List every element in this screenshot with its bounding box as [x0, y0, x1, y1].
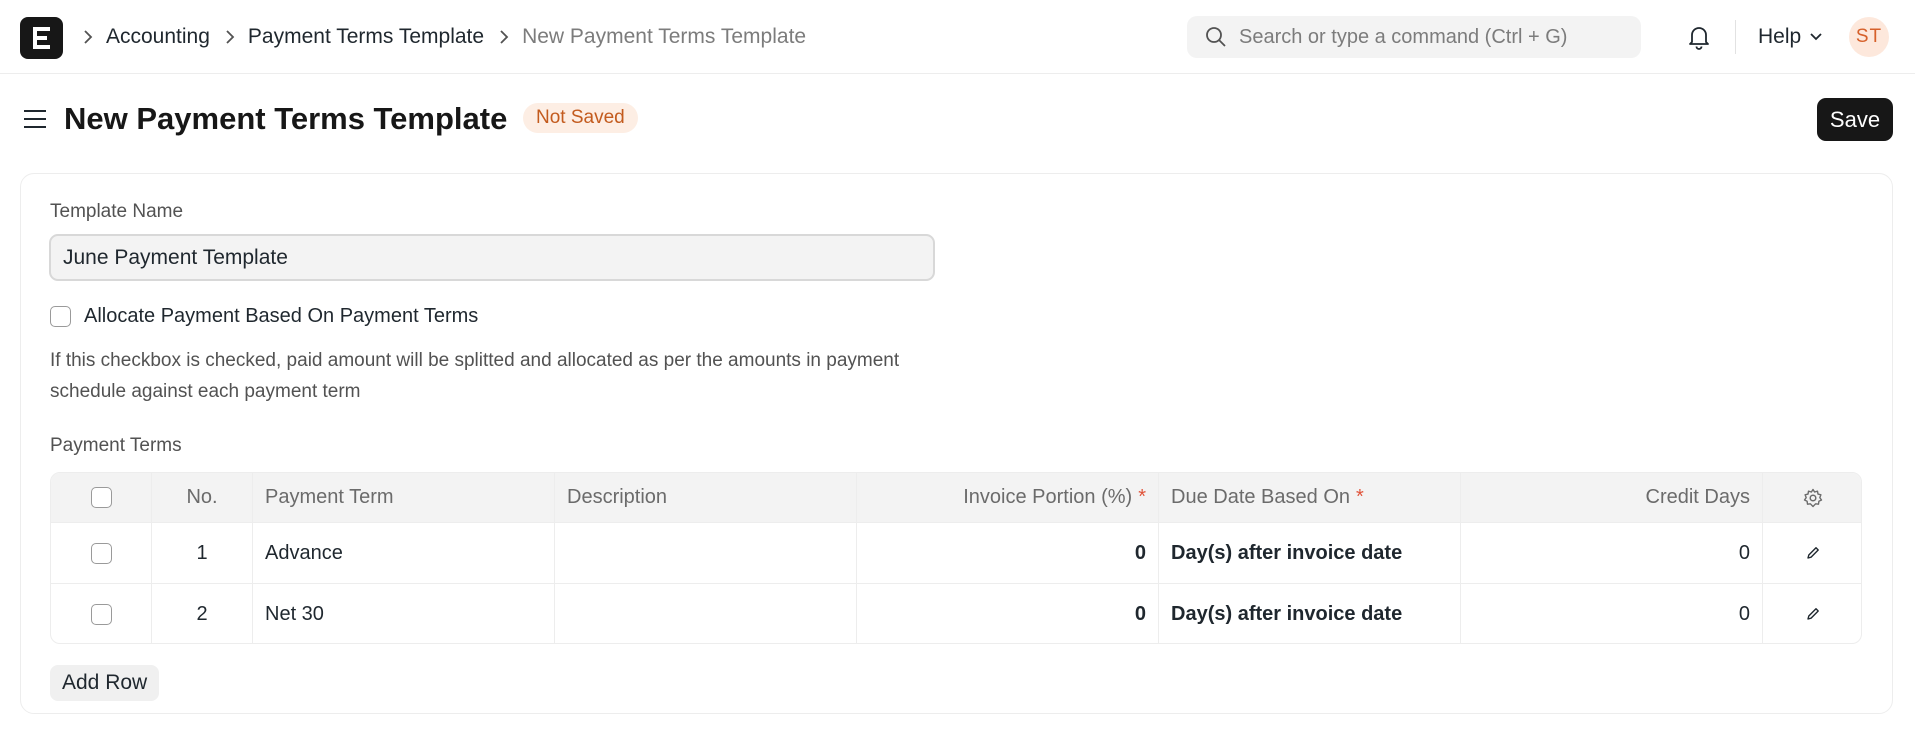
chevron-right-icon [224, 29, 236, 45]
navbar: Accounting Payment Terms Template New Pa… [0, 0, 1915, 74]
search-bar[interactable] [1187, 16, 1641, 58]
column-header-description: Description [555, 473, 857, 522]
row-select-cell [51, 523, 152, 583]
column-settings-cell [1763, 473, 1861, 522]
required-mark: * [1356, 486, 1364, 508]
row-due-date-based-on[interactable]: Day(s) after invoice date [1159, 584, 1461, 643]
allocate-payment-checkbox[interactable] [50, 306, 71, 327]
breadcrumb-payment-terms-template[interactable]: Payment Terms Template [248, 25, 484, 49]
help-dropdown[interactable]: Help [1758, 0, 1823, 74]
chevron-right-icon [82, 29, 94, 45]
column-header-credit-days: Credit Days [1461, 473, 1763, 522]
row-no: 2 [152, 584, 253, 643]
search-icon [1206, 27, 1226, 47]
row-edit-cell [1763, 584, 1861, 643]
table-row[interactable]: 2 Net 30 0 Day(s) after invoice date 0 [51, 583, 1861, 643]
row-description[interactable] [555, 523, 857, 583]
breadcrumb: Accounting Payment Terms Template New Pa… [82, 0, 820, 74]
edit-pencil-icon[interactable] [1805, 545, 1821, 561]
due-date-header-label: Due Date Based On [1171, 486, 1350, 508]
chevron-right-icon [498, 29, 510, 45]
breadcrumb-current: New Payment Terms Template [522, 25, 807, 48]
gear-icon[interactable] [1803, 488, 1823, 508]
navbar-divider [1735, 20, 1736, 54]
invoice-portion-header-label: Invoice Portion (%) [963, 486, 1133, 508]
select-all-checkbox[interactable] [90, 487, 112, 508]
row-no: 1 [152, 523, 253, 583]
row-payment-term[interactable]: Net 30 [253, 584, 555, 643]
allocate-payment-label: Allocate Payment Based On Payment Terms [84, 305, 479, 327]
required-mark: * [1138, 486, 1146, 508]
breadcrumb-accounting[interactable]: Accounting [106, 25, 210, 49]
column-header-no: No. [152, 473, 253, 522]
select-all-cell [51, 473, 152, 522]
allocate-payment-checkbox-row[interactable]: Allocate Payment Based On Payment Terms [50, 305, 478, 328]
avatar[interactable]: ST [1849, 17, 1889, 57]
column-header-payment-term: Payment Term [253, 473, 555, 522]
page-title: New Payment Terms Template [64, 101, 508, 136]
column-header-due-date-based-on: Due Date Based On * [1159, 473, 1461, 522]
row-edit-cell [1763, 523, 1861, 583]
save-button[interactable]: Save [1817, 98, 1893, 141]
row-payment-term[interactable]: Advance [253, 523, 555, 583]
row-invoice-portion[interactable]: 0 [857, 523, 1159, 583]
row-checkbox[interactable] [90, 603, 112, 625]
logo-icon [33, 27, 50, 49]
row-description[interactable] [555, 584, 857, 643]
allocate-help-text: If this checkbox is checked, paid amount… [50, 350, 900, 402]
chevron-down-icon [1810, 33, 1822, 41]
sidebar-toggle-icon[interactable] [22, 106, 48, 132]
help-label: Help [1758, 25, 1802, 48]
add-row-button[interactable]: Add Row [50, 665, 160, 701]
status-badge: Not Saved [523, 103, 638, 133]
template-name-label: Template Name [50, 201, 184, 222]
template-name-input[interactable] [49, 234, 935, 281]
row-due-date-based-on[interactable]: Day(s) after invoice date [1159, 523, 1461, 583]
payment-terms-table: No. Payment Term Description Invoice Por… [50, 472, 1862, 644]
table-header: No. Payment Term Description Invoice Por… [51, 473, 1861, 522]
app-logo[interactable] [20, 17, 63, 59]
table-row[interactable]: 1 Advance 0 Day(s) after invoice date 0 [51, 522, 1861, 583]
notifications-bell-icon[interactable] [1686, 24, 1712, 50]
payment-terms-label: Payment Terms [50, 435, 182, 456]
row-checkbox[interactable] [90, 542, 112, 564]
row-invoice-portion[interactable]: 0 [857, 584, 1159, 643]
row-credit-days[interactable]: 0 [1461, 584, 1763, 643]
row-select-cell [51, 584, 152, 643]
edit-pencil-icon[interactable] [1805, 606, 1821, 622]
column-header-invoice-portion: Invoice Portion (%) * [857, 473, 1159, 522]
row-credit-days[interactable]: 0 [1461, 523, 1763, 583]
search-input[interactable] [1239, 25, 1639, 49]
